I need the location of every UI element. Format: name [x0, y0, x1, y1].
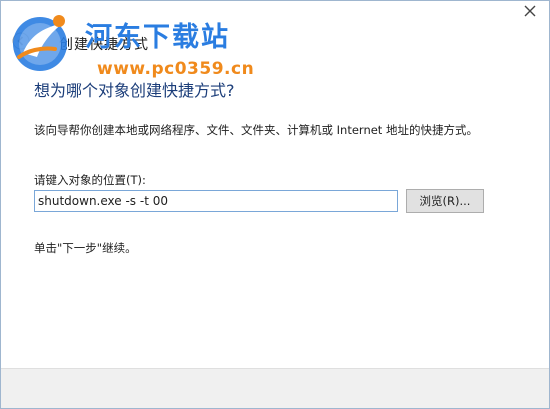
location-input[interactable]: [34, 190, 398, 212]
watermark-url: www.pc0359.cn: [97, 59, 255, 79]
close-button[interactable]: [518, 1, 542, 21]
location-label: 请键入对象的位置(T):: [34, 173, 146, 187]
title-bar: [1, 1, 549, 31]
footer-bar: [1, 368, 549, 408]
back-arrow-icon: [12, 32, 30, 54]
close-icon: [524, 2, 536, 21]
back-button[interactable]: [9, 32, 33, 54]
page-heading: 想为哪个对象创建快捷方式?: [34, 81, 235, 100]
wizard-title: 创建快捷方式: [59, 37, 149, 53]
browse-button[interactable]: 浏览(R)...: [406, 189, 484, 213]
create-shortcut-window: 创建快捷方式 河东下载站 www.pc0359.cn 想为哪个对象创建快捷方式?…: [0, 0, 550, 409]
continue-hint: 单击"下一步"继续。: [34, 241, 137, 255]
wizard-description: 该向导帮你创建本地或网络程序、文件、文件夹、计算机或 Internet 地址的快…: [34, 123, 478, 137]
